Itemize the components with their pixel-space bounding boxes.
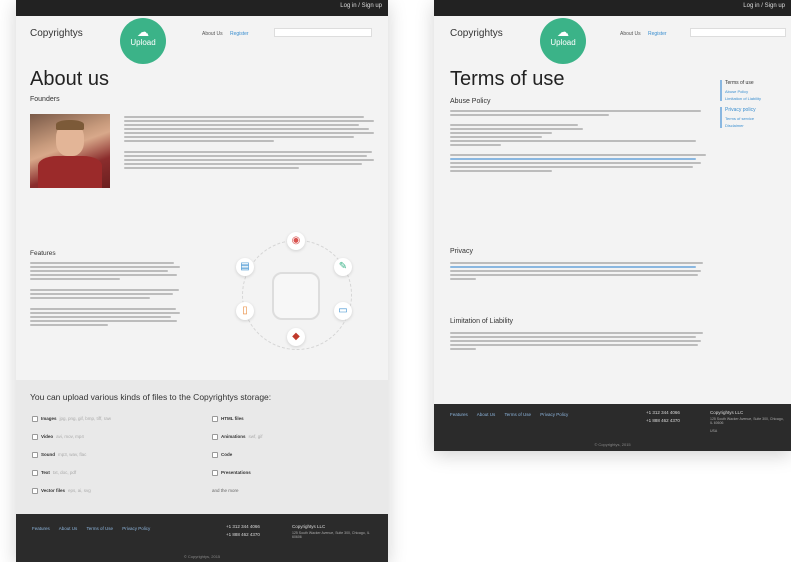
site-logo[interactable]: Copyrightys [450, 28, 503, 39]
file-type-text[interactable]: Text txt, doc, pdf [32, 470, 76, 476]
founders-heading: Founders [30, 96, 60, 103]
logo-text: Copyrightys [30, 28, 83, 39]
file-type-presentations[interactable]: Presentations [212, 470, 251, 476]
site-footer: Features About Us Terms of Use Privacy P… [16, 514, 388, 562]
logo-text: Copyrightys [450, 28, 503, 39]
footer-link-about[interactable]: About Us [59, 526, 78, 531]
footer-link-privacy[interactable]: Privacy Policy [540, 412, 568, 417]
shield-icon [272, 272, 320, 320]
privacy-heading: Privacy [450, 248, 473, 255]
main-nav: About Us Register [620, 31, 673, 37]
footer-link-terms[interactable]: Terms of Use [504, 412, 531, 417]
site-header: Copyrightys ☁ Upload About Us Register [434, 16, 791, 64]
file-type-images[interactable]: Images jpg, png, gif, bmp, tiff, raw [32, 416, 111, 422]
id-card-icon: ▤ [236, 258, 254, 276]
more-file-types: and the more [212, 488, 239, 493]
liability-text [450, 332, 706, 350]
abuse-heading: Abuse Policy [450, 98, 491, 105]
footer-address: 125 South Wacker Avenue, Suite 300, Chic… [292, 531, 370, 539]
liability-heading: Limitation of Liability [450, 318, 514, 325]
footer-link-about[interactable]: About Us [477, 412, 496, 417]
upload-file-types-section: You can upload various kinds of files to… [16, 380, 388, 514]
nav-about-us[interactable]: About Us [202, 31, 223, 37]
footer-phone-2: +1 888 462 4370 [226, 532, 260, 537]
sidebar-link-terms-service[interactable]: Terms of service [725, 116, 784, 121]
nav-register[interactable]: Register [230, 31, 249, 37]
document-icon: ▯ [236, 302, 254, 320]
footer-company: Copyrightys LLC [710, 410, 744, 415]
founder-bio-text [124, 116, 374, 169]
file-type-code[interactable]: Code [212, 452, 232, 458]
upload-button[interactable]: ☁ Upload [120, 18, 166, 64]
file-type-sound[interactable]: Sound mp3, wav, flac [32, 452, 86, 458]
sidebar-title-privacy[interactable]: Privacy policy [725, 107, 784, 113]
footer-link-features[interactable]: Features [450, 412, 468, 417]
footer-links: Features About Us Terms of Use Privacy P… [32, 526, 158, 531]
site-header: Copyrightys ☁ Upload About Us Register [16, 16, 388, 64]
features-illustration: ◉ ▤ ✎ ▭ ▯ ◆ [236, 232, 356, 352]
pen-icon: ✎ [334, 258, 352, 276]
terms-sidebar: Terms of use Abuse Policy Limitation of … [720, 80, 784, 134]
file-type-video[interactable]: Video avi, mov, mp4 [32, 434, 84, 440]
main-nav: About Us Register [202, 31, 255, 37]
file-type-html[interactable]: HTML files [212, 416, 244, 422]
login-link[interactable]: Log in / Sign up [340, 3, 382, 9]
footer-link-terms[interactable]: Terms of Use [86, 526, 113, 531]
site-footer: Features About Us Terms of Use Privacy P… [434, 404, 791, 451]
upload-button[interactable]: ☁ Upload [540, 18, 586, 64]
file-type-animations[interactable]: Animations swf, gif [212, 434, 263, 440]
footer-phone-1: +1 312 344 4066 [646, 410, 680, 415]
footer-link-privacy[interactable]: Privacy Policy [122, 526, 150, 531]
footer-address: 125 South Wacker Avenue, Suite 300, Chic… [710, 417, 784, 425]
footer-company: Copyrightys LLC [292, 524, 326, 529]
terms-page-screenshot: Log in / Sign up Copyrightys ☁ Upload Ab… [434, 0, 791, 451]
sidebar-link-liability[interactable]: Limitation of Liability [725, 96, 784, 101]
upload-label: Upload [130, 38, 156, 47]
nav-register[interactable]: Register [648, 31, 667, 37]
page-title: Terms of use [450, 68, 565, 90]
cloud-upload-icon: ☁ [557, 25, 569, 39]
footer-country: USA [710, 429, 718, 433]
upload-label: Upload [550, 38, 576, 47]
about-page-screenshot: Log in / Sign up Copyrightys ☁ Upload Ab… [16, 0, 388, 562]
privacy-text [450, 262, 706, 280]
nav-about-us[interactable]: About Us [620, 31, 641, 37]
sidebar-link-abuse[interactable]: Abuse Policy [725, 89, 784, 94]
sidebar-link-disclaimer[interactable]: Disclaimer [725, 123, 784, 128]
footer-copyright: © Copyrightys, 2015 [594, 442, 631, 447]
file-type-vector[interactable]: Vector files eps, ai, svg [32, 488, 91, 494]
top-bar: Log in / Sign up [434, 0, 791, 16]
features-heading: Features [30, 250, 56, 257]
page-title: About us [30, 68, 109, 90]
camera-icon: ◉ [287, 232, 305, 250]
footer-links: Features About Us Terms of Use Privacy P… [450, 412, 576, 417]
site-logo[interactable]: Copyrightys [30, 28, 83, 39]
login-link[interactable]: Log in / Sign up [743, 3, 785, 9]
footer-copyright: © Copyrightys, 2015 [183, 554, 221, 559]
tag-icon: ◆ [287, 328, 305, 346]
top-bar: Log in / Sign up [16, 0, 388, 16]
abuse-text [450, 110, 706, 172]
founder-photo [30, 114, 110, 188]
upload-heading: You can upload various kinds of files to… [30, 392, 272, 402]
footer-link-features[interactable]: Features [32, 526, 50, 531]
laptop-icon: ▭ [334, 302, 352, 320]
sidebar-title: Terms of use [725, 80, 754, 86]
search-input[interactable] [690, 28, 786, 37]
cloud-upload-icon: ☁ [137, 25, 149, 39]
footer-phone-1: +1 312 344 4066 [226, 524, 260, 529]
footer-phone-2: +1 888 462 4370 [646, 418, 680, 423]
features-text [30, 262, 180, 326]
search-input[interactable] [274, 28, 372, 37]
